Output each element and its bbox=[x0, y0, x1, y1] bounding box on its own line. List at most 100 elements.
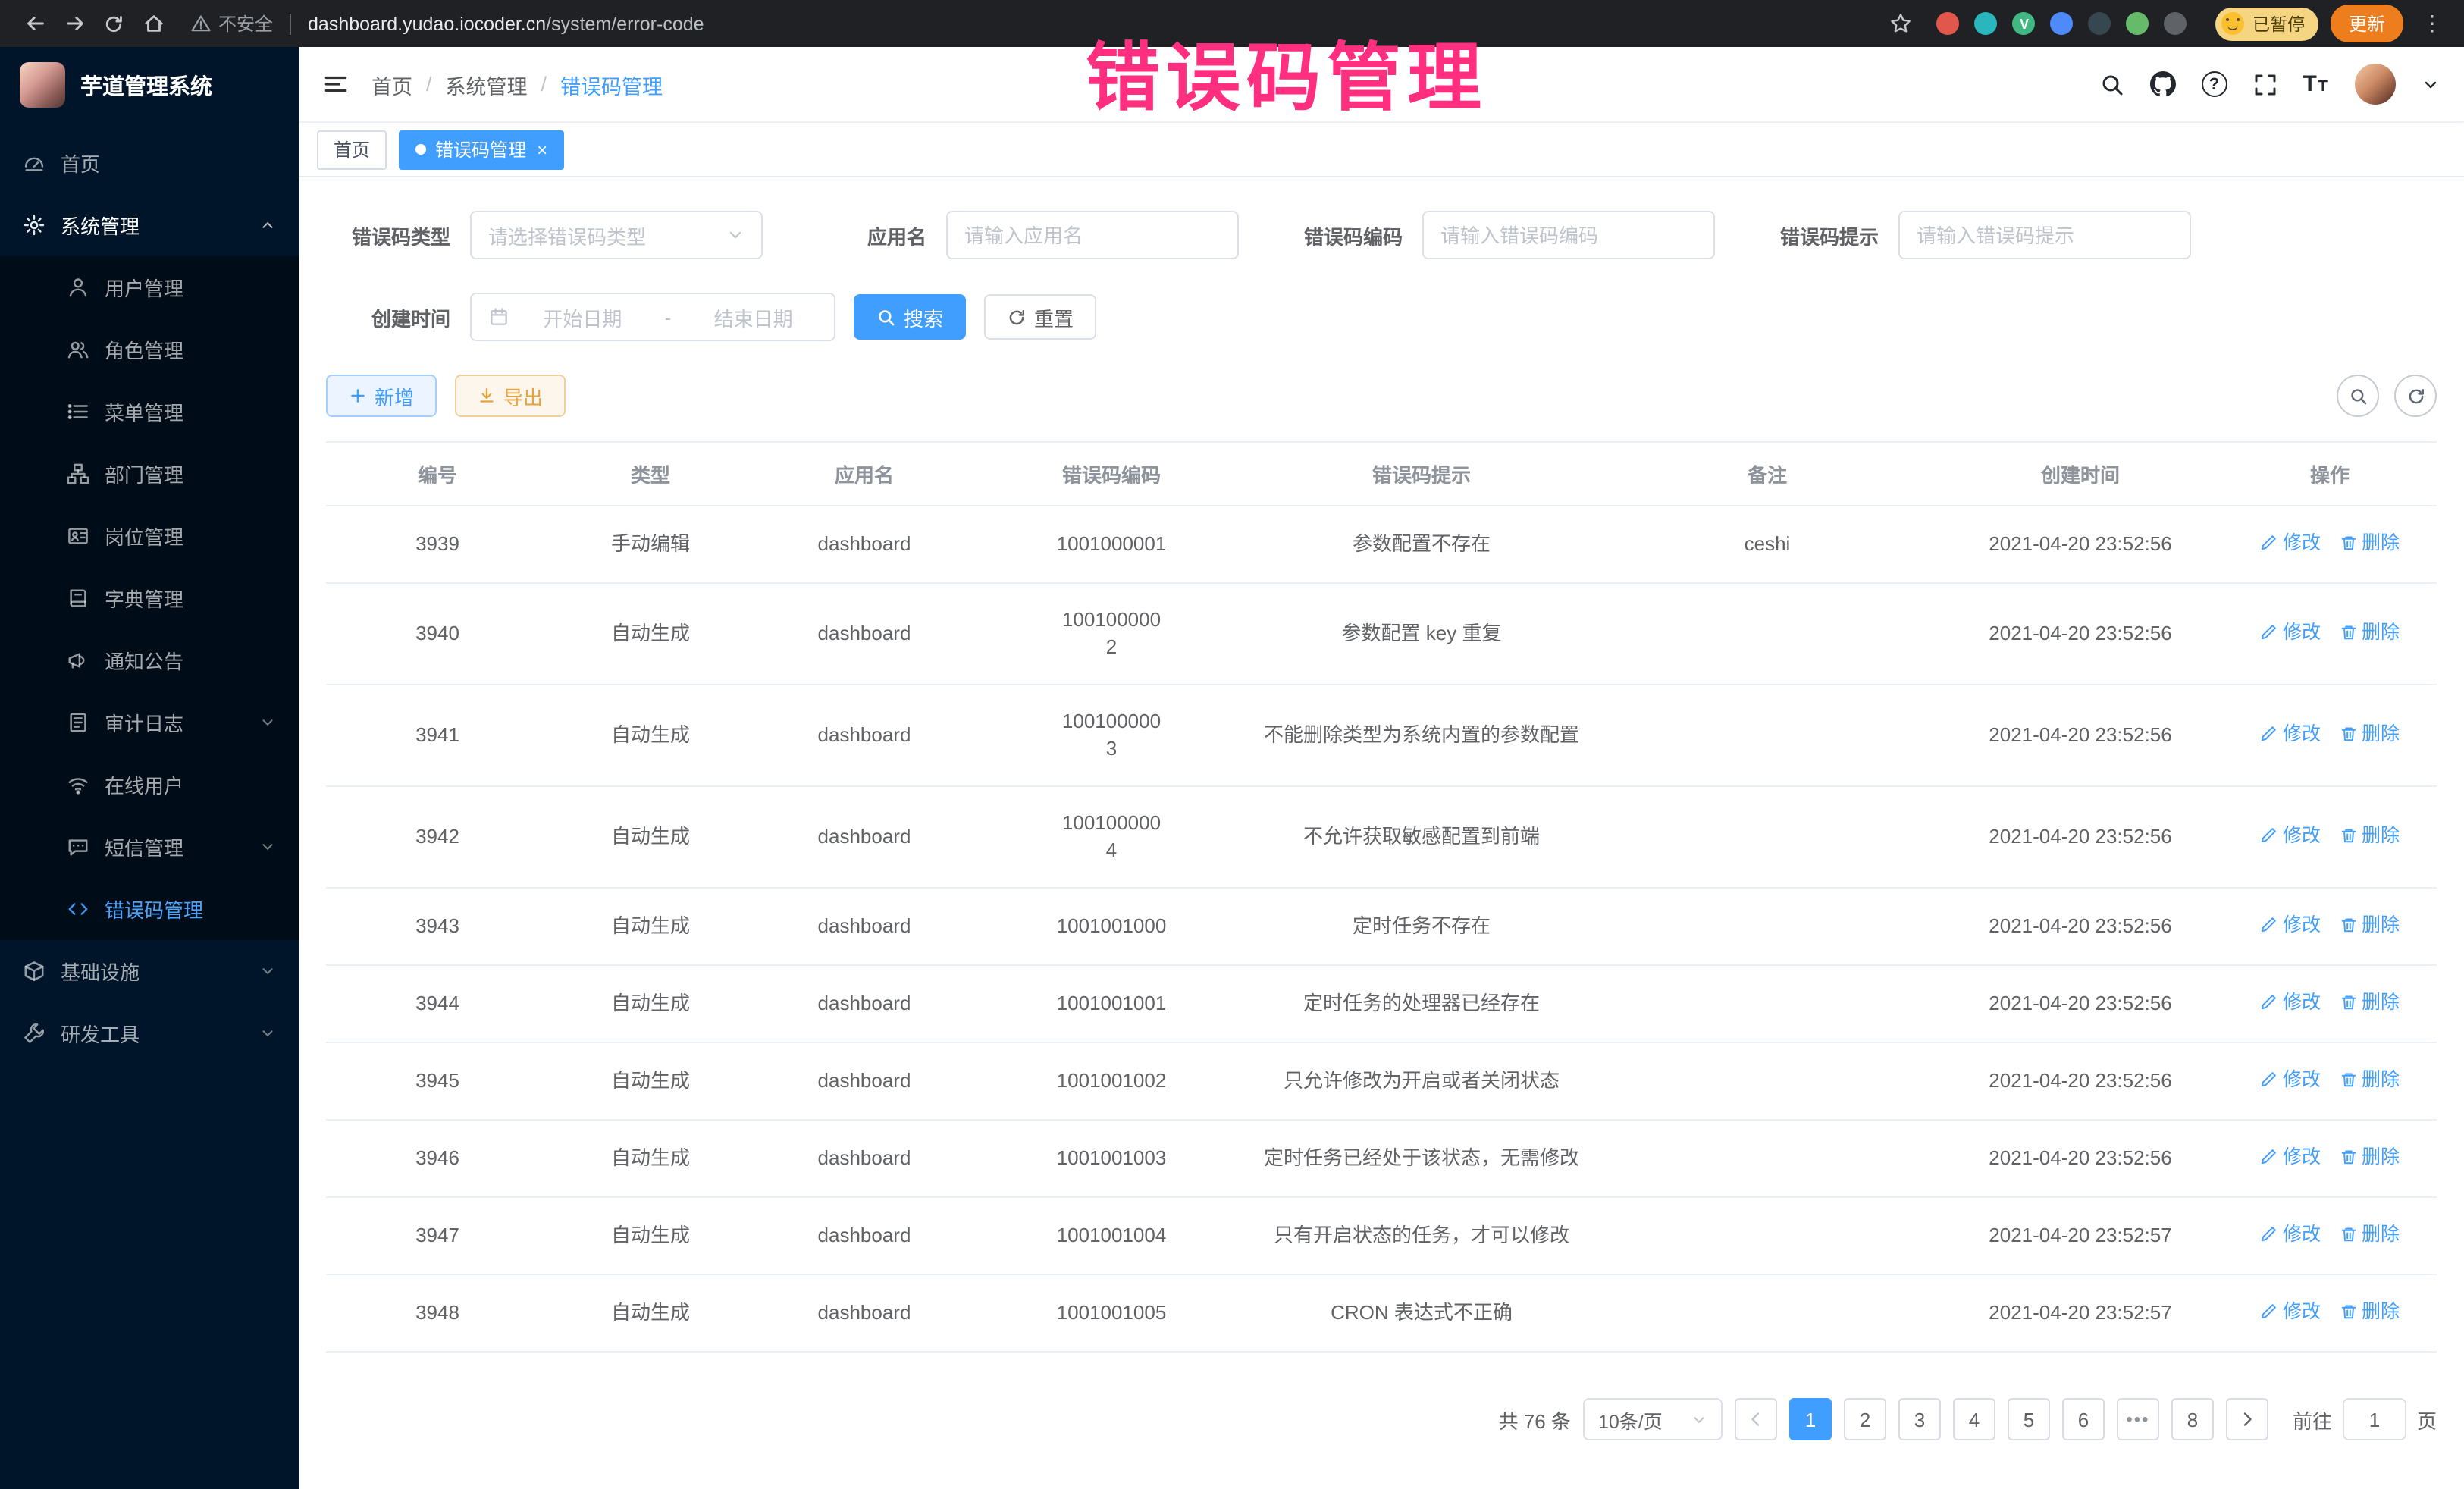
page-button-1[interactable]: 1 bbox=[1789, 1398, 1832, 1440]
extension-icon[interactable] bbox=[1975, 12, 1998, 35]
page-button-6[interactable]: 6 bbox=[2062, 1398, 2105, 1440]
refresh-table-button[interactable] bbox=[2394, 375, 2437, 417]
delete-link[interactable]: 删除 bbox=[2339, 822, 2400, 849]
github-icon[interactable] bbox=[2149, 71, 2175, 97]
bookmark-star-icon[interactable] bbox=[1881, 4, 1920, 43]
tab-error-code[interactable]: 错误码管理 × bbox=[399, 130, 564, 169]
extension-icon[interactable] bbox=[2089, 12, 2111, 35]
edit-link[interactable]: 修改 bbox=[2260, 1143, 2321, 1171]
delete-link[interactable]: 删除 bbox=[2339, 1143, 2400, 1171]
user-avatar[interactable] bbox=[2355, 64, 2396, 105]
edit-link[interactable]: 修改 bbox=[2260, 911, 2321, 939]
cell-type: 自动生成 bbox=[549, 786, 752, 888]
page-button-3[interactable]: 3 bbox=[1898, 1398, 1941, 1440]
edit-link[interactable]: 修改 bbox=[2260, 720, 2321, 748]
delete-link[interactable]: 删除 bbox=[2339, 1066, 2400, 1093]
extension-icon[interactable]: V bbox=[2013, 12, 2036, 35]
extension-icon[interactable] bbox=[1937, 12, 1960, 35]
search-button[interactable]: 搜索 bbox=[854, 294, 966, 340]
app-logo[interactable]: 芋道管理系统 bbox=[0, 47, 299, 123]
export-button[interactable]: 导出 bbox=[455, 375, 566, 417]
cell-remark bbox=[1597, 1120, 1938, 1197]
sidebar-item-sms-management[interactable]: 短信管理 bbox=[0, 816, 299, 878]
sidebar-item-dev-tools[interactable]: 研发工具 bbox=[0, 1002, 299, 1064]
error-code-input[interactable] bbox=[1422, 211, 1715, 259]
show-search-button[interactable] bbox=[2337, 375, 2379, 417]
sidebar-item-error-code-management[interactable]: 错误码管理 bbox=[0, 878, 299, 940]
security-chip[interactable]: 不安全 bbox=[191, 11, 273, 36]
page-button-5[interactable]: 5 bbox=[2008, 1398, 2050, 1440]
next-page-button[interactable] bbox=[2226, 1398, 2268, 1440]
chevron-down-icon bbox=[1691, 1411, 1707, 1428]
sidebar-item-infrastructure[interactable]: 基础设施 bbox=[0, 940, 299, 1002]
url-text[interactable]: dashboard.yudao.iocoder.cn/system/error-… bbox=[308, 13, 704, 34]
paused-badge[interactable]: 已暂停 bbox=[2216, 7, 2318, 40]
tab-home[interactable]: 首页 bbox=[317, 130, 387, 169]
browser-reload-icon[interactable] bbox=[94, 4, 133, 43]
extension-icon[interactable] bbox=[2127, 12, 2149, 35]
sidebar-item-user-management[interactable]: 用户管理 bbox=[0, 256, 299, 318]
browser-forward-icon[interactable] bbox=[55, 4, 94, 43]
collapse-sidebar-icon[interactable] bbox=[323, 71, 349, 97]
sidebar-item-post-management[interactable]: 岗位管理 bbox=[0, 505, 299, 567]
sidebar-item-online-users[interactable]: 在线用户 bbox=[0, 754, 299, 816]
book-icon bbox=[67, 587, 89, 610]
page-size-select[interactable]: 10条/页 bbox=[1583, 1398, 1723, 1440]
edit-link[interactable]: 修改 bbox=[2260, 1298, 2321, 1325]
cell-app: dashboard bbox=[752, 965, 977, 1042]
font-size-icon[interactable]: TT bbox=[2303, 71, 2329, 97]
cell-type: 自动生成 bbox=[549, 1274, 752, 1352]
badge-icon bbox=[67, 525, 89, 547]
sidebar-item-audit-log[interactable]: 审计日志 bbox=[0, 691, 299, 754]
edit-link[interactable]: 修改 bbox=[2260, 989, 2321, 1016]
error-type-select[interactable]: 请选择错误码类型 bbox=[470, 211, 763, 259]
app-name-input[interactable] bbox=[946, 211, 1239, 259]
active-tab-dot bbox=[415, 144, 426, 155]
error-msg-input[interactable] bbox=[1898, 211, 2191, 259]
edit-link[interactable]: 修改 bbox=[2260, 1066, 2321, 1093]
extension-icon[interactable] bbox=[2165, 12, 2187, 35]
calendar-icon bbox=[488, 306, 509, 328]
fullscreen-icon[interactable] bbox=[2252, 72, 2277, 96]
edit-link[interactable]: 修改 bbox=[2260, 529, 2321, 556]
sidebar-item-dept-management[interactable]: 部门管理 bbox=[0, 443, 299, 505]
close-tab-icon[interactable]: × bbox=[537, 140, 547, 158]
browser-back-icon[interactable] bbox=[15, 4, 55, 43]
chevron-down-icon[interactable] bbox=[2422, 75, 2440, 93]
edit-link[interactable]: 修改 bbox=[2260, 822, 2321, 849]
edit-link[interactable]: 修改 bbox=[2260, 1221, 2321, 1248]
add-button[interactable]: 新增 bbox=[326, 375, 437, 417]
sidebar-item-system-management[interactable]: 系统管理 bbox=[0, 194, 299, 256]
update-button[interactable]: 更新 bbox=[2331, 5, 2403, 42]
prev-page-button[interactable] bbox=[1735, 1398, 1777, 1440]
extension-icon[interactable] bbox=[2051, 12, 2074, 35]
browser-menu-icon[interactable]: ⋮ bbox=[2415, 11, 2449, 36]
delete-link[interactable]: 删除 bbox=[2339, 529, 2400, 556]
reset-button[interactable]: 重置 bbox=[984, 294, 1096, 340]
delete-icon bbox=[2339, 826, 2357, 845]
delete-link[interactable]: 删除 bbox=[2339, 720, 2400, 748]
goto-page-input[interactable] bbox=[2343, 1398, 2406, 1440]
sidebar-item-home[interactable]: 首页 bbox=[0, 132, 299, 194]
page-button-8[interactable]: 8 bbox=[2171, 1398, 2214, 1440]
sidebar-item-role-management[interactable]: 角色管理 bbox=[0, 318, 299, 381]
browser-home-icon[interactable] bbox=[133, 4, 173, 43]
page-button-4[interactable]: 4 bbox=[1953, 1398, 1995, 1440]
breadcrumb-system[interactable]: 系统管理 bbox=[446, 69, 528, 99]
page-button-2[interactable]: 2 bbox=[1844, 1398, 1886, 1440]
breadcrumb-home[interactable]: 首页 bbox=[371, 69, 412, 99]
cell-message: 定时任务的处理器已经存在 bbox=[1246, 965, 1597, 1042]
delete-link[interactable]: 删除 bbox=[2339, 989, 2400, 1016]
delete-link[interactable]: 删除 bbox=[2339, 619, 2400, 646]
date-range-picker[interactable]: 开始日期 - 结束日期 bbox=[470, 293, 835, 341]
delete-link[interactable]: 删除 bbox=[2339, 911, 2400, 939]
delete-link[interactable]: 删除 bbox=[2339, 1298, 2400, 1325]
sidebar-item-menu-management[interactable]: 菜单管理 bbox=[0, 381, 299, 443]
search-icon[interactable] bbox=[2099, 72, 2124, 96]
help-icon[interactable]: ? bbox=[2201, 71, 2227, 97]
sidebar-item-dict-management[interactable]: 字典管理 bbox=[0, 567, 299, 629]
sidebar-item-notice[interactable]: 通知公告 bbox=[0, 629, 299, 691]
delete-link[interactable]: 删除 bbox=[2339, 1221, 2400, 1248]
more-pages-icon[interactable]: ••• bbox=[2117, 1398, 2159, 1440]
edit-link[interactable]: 修改 bbox=[2260, 619, 2321, 646]
